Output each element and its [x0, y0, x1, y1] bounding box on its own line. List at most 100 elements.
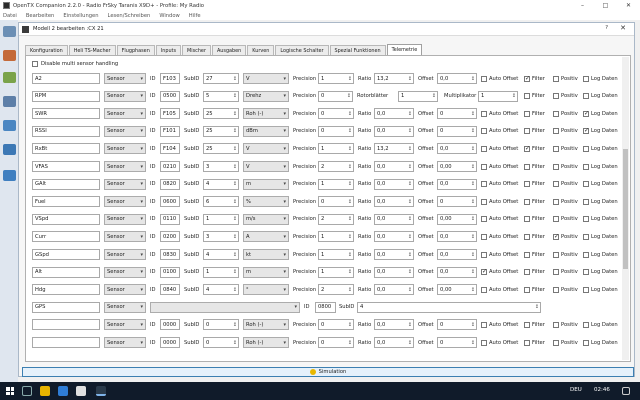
- sensor-type-select[interactable]: Sensor: [104, 125, 146, 137]
- offset-input[interactable]: 0,0: [437, 178, 477, 190]
- precision-input[interactable]: 0: [318, 319, 354, 331]
- log-daten-group[interactable]: Log Daten: [583, 337, 618, 348]
- positiv-checkbox[interactable]: [553, 269, 559, 276]
- rotorblaetter-input[interactable]: 1: [398, 90, 438, 102]
- sensor-type-select[interactable]: Sensor: [104, 178, 146, 190]
- filter-group[interactable]: Filter: [524, 73, 545, 84]
- sensor-type-select[interactable]: Sensor: [104, 196, 146, 208]
- sensor-id-input[interactable]: 0210: [160, 161, 180, 172]
- log-daten-group[interactable]: Log Daten: [583, 214, 618, 225]
- positiv-checkbox[interactable]: [553, 198, 559, 205]
- log-daten-group[interactable]: Log Daten: [583, 91, 618, 102]
- positiv-group[interactable]: Positiv: [553, 267, 578, 278]
- vertical-scrollbar[interactable]: [622, 57, 629, 360]
- language-indicator[interactable]: DEU: [570, 387, 582, 393]
- offset-input[interactable]: 0,0: [437, 231, 477, 243]
- menu-lesen-schreiben[interactable]: Lesen/Schreiben: [108, 13, 151, 19]
- sensor-id-input[interactable]: 0830: [160, 249, 180, 260]
- log-daten-checkbox[interactable]: [583, 75, 589, 82]
- filter-checkbox[interactable]: [524, 339, 530, 346]
- auto-offset-checkbox[interactable]: [481, 321, 487, 328]
- sensor-subid-input[interactable]: 27: [203, 73, 239, 84]
- filter-checkbox[interactable]: [524, 269, 530, 276]
- sensor-subid-input[interactable]: 25: [203, 143, 239, 155]
- auto-offset-group[interactable]: Auto Offset: [481, 161, 518, 172]
- sensor-id-input[interactable]: F104: [160, 143, 180, 155]
- sensor-unit-select[interactable]: V: [243, 161, 289, 172]
- offset-input[interactable]: 0: [437, 337, 477, 348]
- new-icon[interactable]: [3, 26, 16, 37]
- precision-input[interactable]: 2: [318, 161, 354, 172]
- positiv-group[interactable]: Positiv: [553, 214, 578, 225]
- precision-input[interactable]: 1: [318, 178, 354, 190]
- positiv-checkbox[interactable]: [553, 321, 559, 328]
- sensor-id-input[interactable]: 0600: [160, 196, 180, 208]
- sensor-name-input[interactable]: [32, 337, 100, 348]
- positiv-group[interactable]: Positiv: [553, 231, 578, 242]
- sensor-unit-select[interactable]: V: [243, 73, 289, 84]
- offset-input[interactable]: 0,0: [437, 266, 477, 278]
- sensor-name-input[interactable]: Curr: [32, 231, 100, 243]
- filter-group[interactable]: Filter: [524, 284, 545, 295]
- print-icon[interactable]: [3, 144, 16, 155]
- ratio-input[interactable]: 0,0: [374, 249, 414, 260]
- filter-checkbox[interactable]: [524, 286, 530, 293]
- sensor-name-input[interactable]: GAlt: [32, 178, 100, 190]
- log-daten-group[interactable]: Log Daten: [583, 231, 618, 242]
- precision-input[interactable]: 0: [318, 337, 354, 348]
- log-daten-group[interactable]: Log Daten: [583, 179, 618, 190]
- log-daten-checkbox[interactable]: [583, 233, 589, 240]
- positiv-group[interactable]: Positiv: [553, 143, 578, 154]
- positiv-group[interactable]: Positiv: [553, 179, 578, 190]
- sensor-id-input[interactable]: 0000: [160, 337, 180, 348]
- multiplikator-input[interactable]: 1: [478, 90, 518, 102]
- sensor-name-input[interactable]: Hdg: [32, 284, 100, 296]
- filter-checkbox[interactable]: [524, 198, 530, 205]
- log-daten-group[interactable]: Log Daten: [583, 267, 618, 278]
- filter-checkbox[interactable]: [524, 216, 530, 223]
- tab-spezial-funktionen[interactable]: Spezial Funktionen: [329, 45, 386, 55]
- precision-input[interactable]: 1: [318, 143, 354, 155]
- offset-input[interactable]: 0: [437, 108, 477, 120]
- filter-checkbox[interactable]: [524, 321, 530, 328]
- sensor-name-input[interactable]: A2: [32, 73, 100, 84]
- positiv-group[interactable]: Positiv: [553, 161, 578, 172]
- log-daten-checkbox[interactable]: [583, 269, 589, 276]
- app-shortcut-icon[interactable]: [76, 386, 86, 396]
- positiv-checkbox[interactable]: [553, 286, 559, 293]
- help-icon[interactable]: [3, 170, 16, 181]
- help-button[interactable]: ?: [605, 25, 608, 31]
- positiv-checkbox[interactable]: [553, 145, 559, 152]
- log-daten-checkbox[interactable]: [583, 339, 589, 346]
- offset-input[interactable]: 0,00: [437, 213, 477, 225]
- filter-checkbox[interactable]: [524, 233, 530, 240]
- positiv-checkbox[interactable]: [553, 233, 559, 240]
- notification-icon[interactable]: [622, 387, 630, 395]
- sensor-type-select[interactable]: Sensor: [104, 161, 146, 172]
- positiv-checkbox[interactable]: [553, 339, 559, 346]
- tab-flugphasen[interactable]: Flugphasen: [116, 45, 155, 55]
- auto-offset-group[interactable]: Auto Offset: [481, 126, 518, 137]
- filter-checkbox[interactable]: [524, 93, 530, 100]
- sensor-subid-input[interactable]: 0: [203, 337, 239, 348]
- offset-input[interactable]: 0: [437, 196, 477, 208]
- sensor-id-input[interactable]: 0100: [160, 266, 180, 278]
- filter-group[interactable]: Filter: [524, 196, 545, 207]
- auto-offset-checkbox[interactable]: [481, 110, 487, 117]
- ratio-input[interactable]: 0,0: [374, 266, 414, 278]
- sensor-subid-input[interactable]: 6: [203, 196, 239, 208]
- sensor-id-input[interactable]: 0000: [160, 319, 180, 331]
- log-daten-group[interactable]: Log Daten: [583, 249, 618, 260]
- ratio-input[interactable]: 0,0: [374, 125, 414, 137]
- auto-offset-group[interactable]: Auto Offset: [481, 179, 518, 190]
- maximize-button[interactable]: □: [594, 0, 617, 11]
- sensor-name-input[interactable]: Alt: [32, 266, 100, 278]
- sensor-name-input[interactable]: RSSI: [32, 125, 100, 137]
- filter-group[interactable]: Filter: [524, 249, 545, 260]
- sensor-id-input[interactable]: 0820: [160, 178, 180, 190]
- sensor-id-input[interactable]: F101: [160, 125, 180, 137]
- file-explorer-icon[interactable]: [40, 386, 50, 396]
- log-daten-group[interactable]: Log Daten: [583, 73, 618, 84]
- tab-logische-schalter[interactable]: Logische Schalter: [275, 45, 329, 55]
- offset-input[interactable]: 0: [437, 319, 477, 331]
